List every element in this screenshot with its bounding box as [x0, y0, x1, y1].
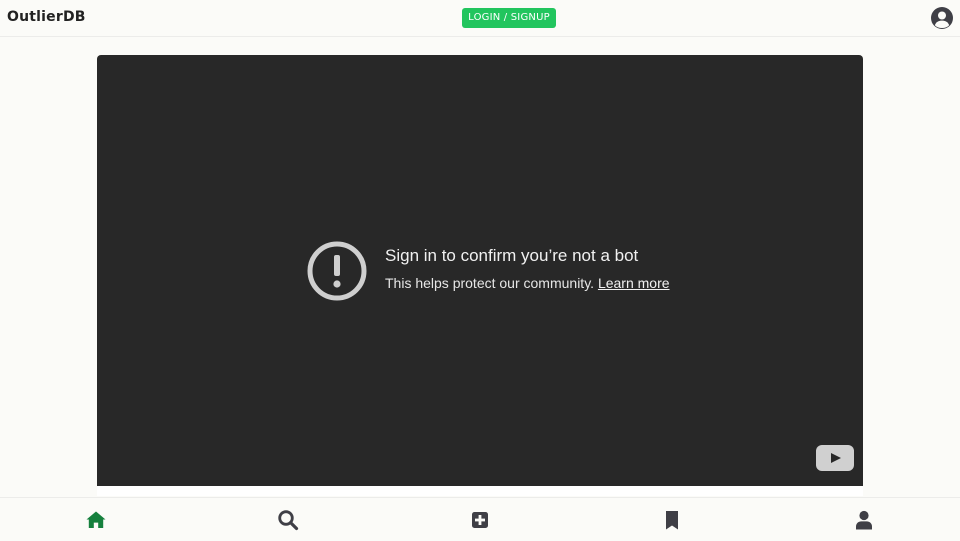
bot-check-title: Sign in to confirm you’re not a bot [385, 246, 639, 265]
nav-home[interactable] [85, 509, 107, 531]
player-footer-strip [97, 486, 863, 496]
account-circle-icon[interactable] [930, 6, 954, 30]
bottom-navigation [0, 497, 960, 541]
nav-search[interactable] [277, 509, 299, 531]
nav-bookmarks[interactable] [661, 509, 683, 531]
plus-square-icon [472, 512, 488, 528]
youtube-play-icon[interactable] [816, 445, 854, 471]
login-signup-button[interactable]: LOGIN / SIGNUP [462, 8, 556, 28]
embedded-video-player[interactable] [97, 55, 863, 486]
learn-more-link[interactable]: Learn more [598, 275, 670, 291]
brand-logo[interactable]: OutlierDB [7, 9, 86, 25]
bookmark-icon [666, 511, 678, 530]
exclamation-circle-icon [306, 240, 368, 302]
nav-profile[interactable] [853, 509, 875, 531]
nav-add[interactable] [469, 509, 491, 531]
bot-check-subtitle: This helps protect our community. Learn … [385, 275, 670, 291]
top-bar: OutlierDB LOGIN / SIGNUP [0, 0, 960, 37]
bot-check-subtitle-text: This helps protect our community. [385, 275, 595, 291]
search-icon [278, 510, 299, 531]
home-icon [86, 511, 106, 528]
user-icon [856, 510, 872, 530]
